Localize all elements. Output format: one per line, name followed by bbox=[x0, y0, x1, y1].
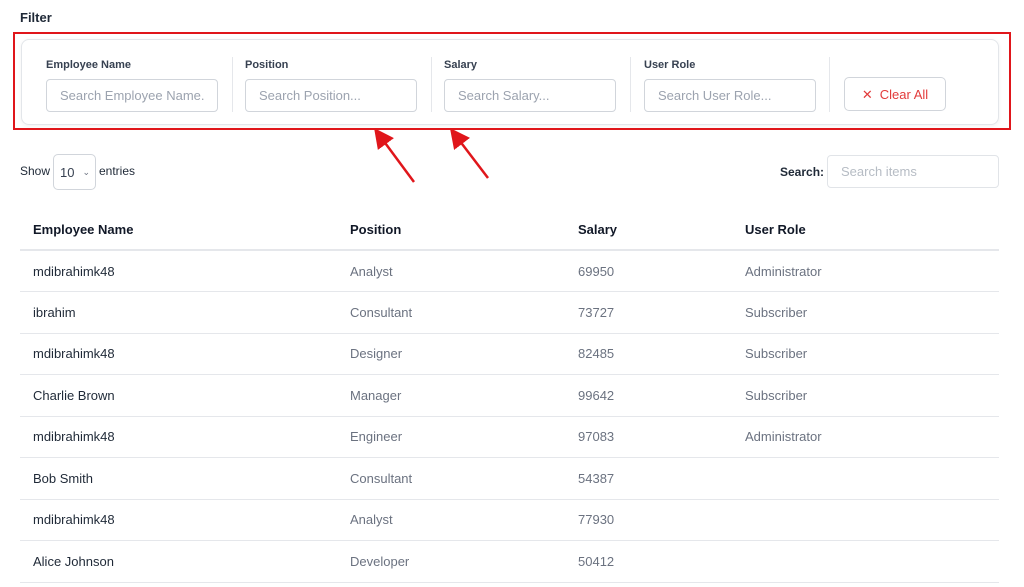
cell-position: Analyst bbox=[337, 250, 565, 292]
annotation-highlight-box bbox=[13, 32, 1011, 130]
table-row: mdibrahimk48 Designer 82485 Subscriber bbox=[20, 333, 999, 375]
table-header-row: Employee Name Position Salary User Role bbox=[20, 209, 999, 251]
cell-salary: 82485 bbox=[565, 333, 732, 375]
chevron-down-icon: ⌄ bbox=[82, 167, 90, 177]
cell-user-role: Subscriber bbox=[732, 333, 999, 375]
annotation-arrows bbox=[374, 127, 489, 183]
entries-value: 10 bbox=[60, 164, 75, 180]
cell-salary: 54387 bbox=[565, 457, 732, 500]
cell-employee-name: Charlie Brown bbox=[20, 374, 337, 417]
cell-employee-name: mdibrahimk48 bbox=[20, 499, 337, 541]
cell-salary: 50412 bbox=[565, 540, 732, 583]
cell-employee-name: mdibrahimk48 bbox=[20, 333, 337, 375]
cell-user-role: Administrator bbox=[732, 250, 999, 292]
entries-label: entries bbox=[99, 164, 136, 178]
table-row: mdibrahimk48 Analyst 77930 bbox=[20, 499, 999, 541]
cell-position: Consultant bbox=[337, 457, 565, 500]
cell-employee-name: Alice Johnson bbox=[20, 540, 337, 583]
cell-user-role: Subscriber bbox=[732, 291, 999, 334]
cell-employee-name: mdibrahimk48 bbox=[20, 250, 337, 292]
table-row: ibrahim Consultant 73727 Subscriber bbox=[20, 291, 999, 334]
cell-position: Designer bbox=[337, 333, 565, 375]
cell-user-role: Administrator bbox=[732, 416, 999, 458]
cell-position: Analyst bbox=[337, 499, 565, 541]
cell-employee-name: Bob Smith bbox=[20, 457, 337, 500]
cell-salary: 69950 bbox=[565, 250, 732, 292]
cell-employee-name: ibrahim bbox=[20, 291, 337, 334]
show-label: Show bbox=[20, 164, 51, 178]
cell-salary: 73727 bbox=[565, 291, 732, 334]
cell-salary: 77930 bbox=[565, 499, 732, 541]
header-salary[interactable]: Salary bbox=[565, 209, 732, 251]
cell-position: Engineer bbox=[337, 416, 565, 458]
cell-user-role bbox=[732, 457, 999, 500]
search-input[interactable] bbox=[827, 155, 999, 188]
cell-employee-name: mdibrahimk48 bbox=[20, 416, 337, 458]
cell-salary: 97083 bbox=[565, 416, 732, 458]
cell-position: Developer bbox=[337, 540, 565, 583]
annotation-arrow bbox=[374, 127, 416, 183]
employee-table: Employee Name Position Salary User Role … bbox=[20, 209, 999, 583]
table-row: Bob Smith Consultant 54387 bbox=[20, 457, 999, 500]
table-row: Alice Johnson Developer 50412 bbox=[20, 540, 999, 583]
cell-position: Consultant bbox=[337, 291, 565, 334]
table-row: mdibrahimk48 Engineer 97083 Administrato… bbox=[20, 416, 999, 458]
cell-user-role: Subscriber bbox=[732, 374, 999, 417]
search-label: Search: bbox=[780, 165, 825, 179]
cell-user-role bbox=[732, 499, 999, 541]
entries-select[interactable]: 10 ⌄ bbox=[53, 154, 96, 190]
cell-salary: 99642 bbox=[565, 374, 732, 417]
filter-title: Filter bbox=[20, 10, 52, 25]
header-position[interactable]: Position bbox=[337, 209, 565, 251]
table-row: Charlie Brown Manager 99642 Subscriber bbox=[20, 374, 999, 417]
header-employee-name[interactable]: Employee Name bbox=[20, 209, 337, 251]
annotation-arrow bbox=[449, 128, 489, 179]
table-row: mdibrahimk48 Analyst 69950 Administrator bbox=[20, 250, 999, 292]
cell-user-role bbox=[732, 540, 999, 583]
cell-position: Manager bbox=[337, 374, 565, 417]
header-user-role[interactable]: User Role bbox=[732, 209, 999, 251]
